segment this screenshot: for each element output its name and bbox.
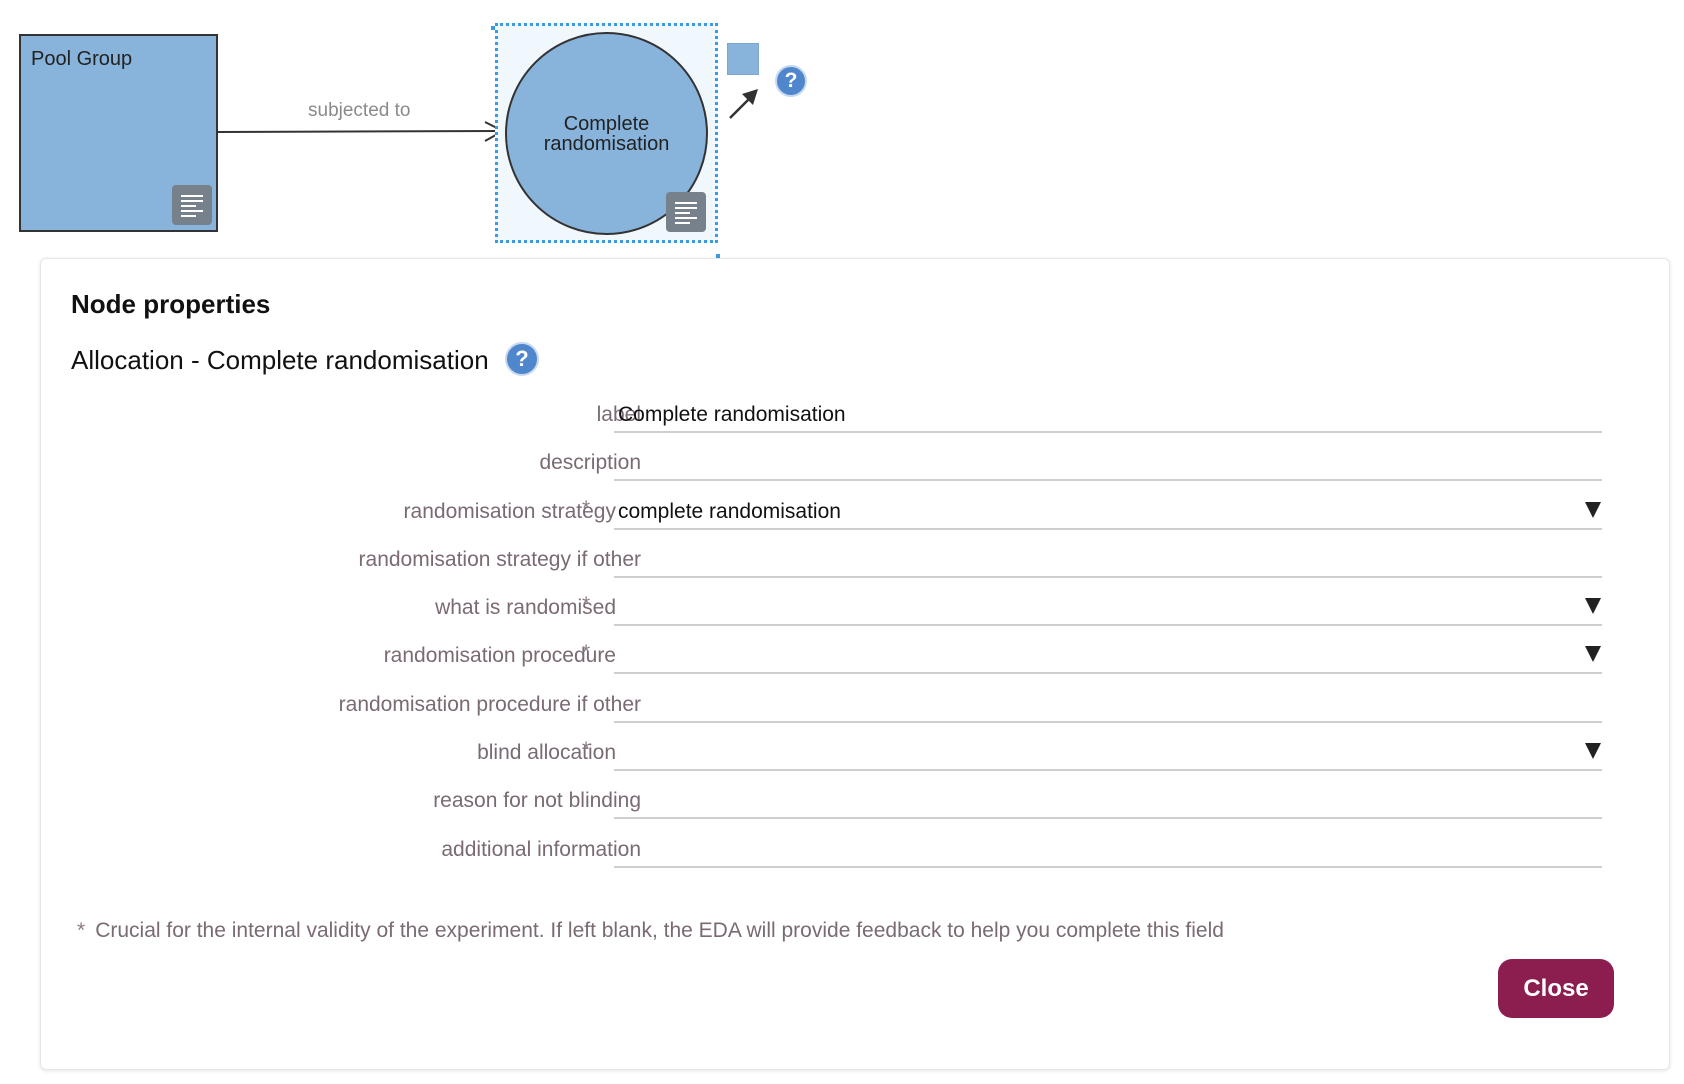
allocation-node-label: Complete randomisation [543,113,670,155]
field-select[interactable] [614,636,1602,675]
field-input[interactable] [614,443,1602,482]
footnote-text: Crucial for the internal validity of the… [95,919,1224,942]
form-row: randomisation strategy if other [41,536,1671,584]
form-row: reason for not blinding [41,777,1671,825]
field-value: Complete randomisation [618,403,846,426]
pool-group-node[interactable]: Pool Group [19,34,218,232]
field-input[interactable] [614,781,1602,820]
field-select[interactable]: complete randomisation [614,492,1602,530]
field-select[interactable] [614,733,1602,772]
dropdown-caret-icon[interactable] [1585,646,1601,663]
edge-label: subjected to [308,100,411,121]
field-value: complete randomisation [618,499,841,523]
form-row: randomisation procedure * [41,632,1671,680]
field-input[interactable] [614,830,1602,868]
document-lines-icon[interactable] [172,185,212,225]
form-row: label Complete randomisation [41,391,1671,439]
field-label: randomisation procedure if other [338,692,641,716]
selection-handle[interactable] [491,26,495,30]
field-label: randomisation strategy if other [358,547,641,571]
required-star: * [582,641,591,665]
subjected-to-edge[interactable] [217,130,501,133]
blue-square-icon[interactable] [727,43,759,75]
diagram-connections [217,89,758,142]
dropdown-caret-icon[interactable] [1585,598,1601,615]
required-star: * [582,593,591,617]
diagonal-arrow-icon[interactable] [729,89,758,119]
question-mark-icon[interactable]: ? [775,65,807,97]
field-input[interactable]: Complete randomisation [614,395,1602,433]
form-row: what is randomised * [41,584,1671,632]
field-label: reason for not blinding [433,789,641,813]
pool-group-label: Pool Group [31,48,133,70]
required-star: * [77,919,86,942]
required-star: * [582,496,591,520]
required-star: * [582,738,591,762]
panel-subtitle: Allocation - Complete randomisation [71,345,489,375]
required-footnote: * Crucial for the internal validity of th… [77,919,1224,943]
allocation-node[interactable]: Complete randomisation [505,32,708,235]
field-input[interactable] [614,540,1602,578]
field-label: additional information [441,837,641,861]
node-properties-panel: Node properties Allocation - Complete ra… [40,258,1670,1070]
close-button[interactable]: Close [1498,959,1614,1018]
document-lines-icon[interactable] [666,192,706,232]
dropdown-caret-icon[interactable] [1585,501,1601,518]
question-mark-icon[interactable]: ? [505,342,539,376]
form-row: randomisation procedure if other [41,681,1671,729]
form-row: additional information [41,826,1671,874]
panel-title: Node properties [71,289,271,319]
eda-canvas: Pool Group subjected to Complete randomi… [0,0,1684,1084]
form-row: randomisation strategy * complete randomis… [41,488,1671,536]
properties-form: label Complete randomisation description ra… [41,391,1671,874]
form-row: description [41,439,1671,487]
dropdown-caret-icon[interactable] [1585,743,1601,760]
field-input[interactable] [614,685,1602,723]
form-row: blind allocation * [41,729,1671,777]
field-select[interactable] [614,588,1602,627]
field-label: blind allocation [477,741,616,765]
